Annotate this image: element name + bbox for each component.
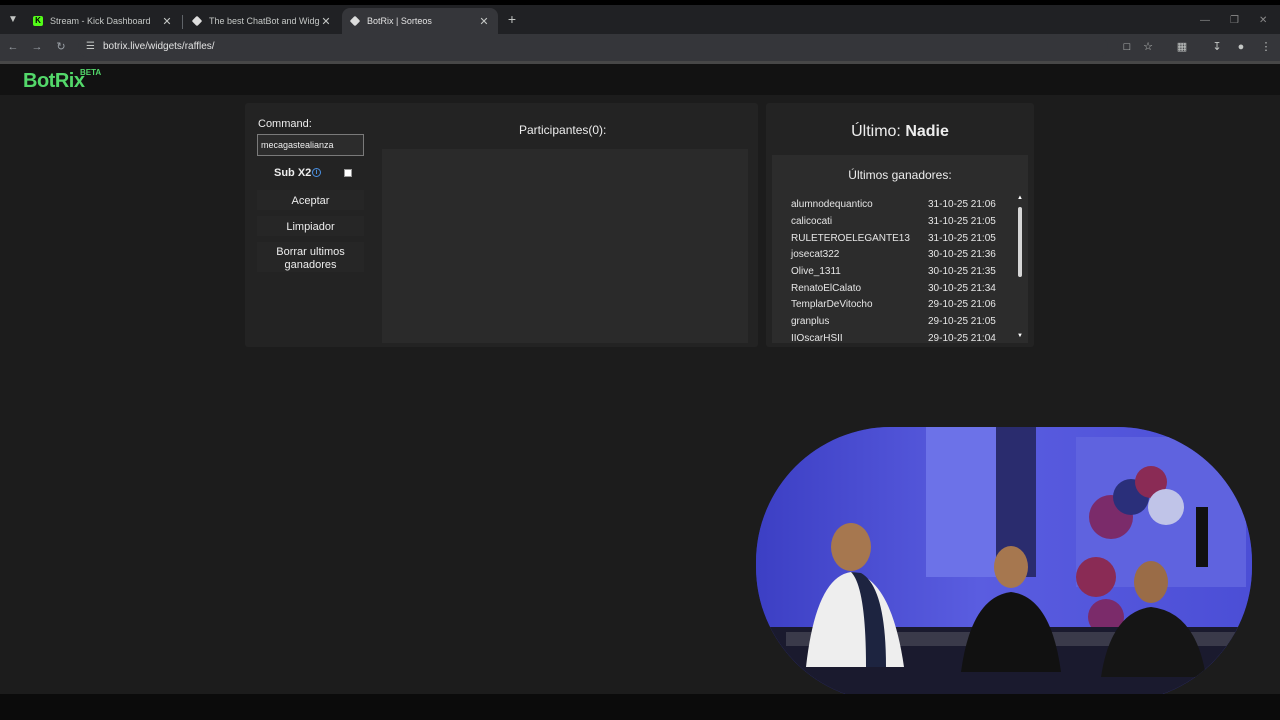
scroll-up-arrow-icon[interactable]: ▲	[1017, 195, 1023, 201]
extensions-icon[interactable]: ▦	[1175, 40, 1189, 54]
tab-kick-dashboard[interactable]: K Stream - Kick Dashboard ✕	[25, 8, 181, 34]
winner-name: RenatoElCalato	[791, 283, 862, 294]
bottom-bar	[0, 694, 1280, 720]
winner-name: Olive_1311	[791, 266, 841, 277]
participants-list	[382, 149, 748, 343]
winner-row: TemplarDeVitocho 29-10-25 21:06	[791, 299, 1011, 315]
winner-row: RULETEROELEGANTE13 31-10-25 21:05	[791, 233, 1011, 249]
tab-title: BotRix | Sorteos	[367, 16, 432, 26]
sub-x2-label: Sub X2	[274, 167, 312, 179]
tab-strip: ▼ K Stream - Kick Dashboard ✕ The best C…	[0, 5, 1280, 34]
translate-icon[interactable]: □	[1120, 40, 1134, 54]
winner-name: TemplarDeVitocho	[791, 299, 873, 310]
scroll-down-arrow-icon[interactable]: ▼	[1017, 333, 1023, 339]
winners-panel: Último: Nadie Últimos ganadores: alumnod…	[766, 103, 1034, 347]
back-icon[interactable]: ←	[6, 40, 20, 54]
restore-icon[interactable]: ❐	[1230, 15, 1239, 26]
url-text: botrix.live/widgets/raffles/	[103, 41, 215, 52]
tab-botrix-sorteos[interactable]: BotRix | Sorteos ✕	[342, 8, 498, 34]
forward-icon[interactable]: →	[30, 40, 44, 54]
winner-name: calicocati	[791, 216, 833, 227]
botrix-diamond-icon	[191, 15, 203, 27]
winner-name: josecat322	[791, 249, 840, 260]
tab-separator	[182, 15, 183, 29]
webcam-scene	[756, 427, 1252, 702]
winner-date: 31-10-25 21:06	[928, 199, 996, 210]
reload-icon[interactable]: ↻	[54, 40, 68, 54]
address-bar[interactable]: ☰ botrix.live/widgets/raffles/	[78, 36, 1108, 58]
close-icon[interactable]: ✕	[478, 15, 490, 28]
winner-row: josecat322 30-10-25 21:36	[791, 249, 1011, 265]
raffle-controls-panel: Command: Sub X2 i Aceptar Limpiador Borr…	[245, 103, 758, 347]
bookmark-star-icon[interactable]: ☆	[1141, 40, 1155, 54]
profile-avatar-icon[interactable]: ●	[1234, 40, 1248, 54]
info-icon[interactable]: i	[312, 168, 321, 177]
close-icon[interactable]: ✕	[161, 15, 173, 28]
recent-winners-title: Últimos ganadores:	[848, 168, 952, 182]
tab-botrix-chatbot[interactable]: The best ChatBot and Widgets ✕	[184, 8, 340, 34]
site-header: BotRix BETA	[0, 64, 1280, 95]
winner-date: 29-10-25 21:04	[928, 333, 996, 343]
winner-date: 29-10-25 21:06	[928, 299, 996, 310]
close-window-icon[interactable]: ✕	[1259, 15, 1267, 26]
winner-row: IIOscarHSII 29-10-25 21:04	[791, 333, 1011, 343]
command-input[interactable]	[257, 134, 364, 156]
browser-toolbar: ← → ↻ ☰ botrix.live/widgets/raffles/ □ ☆…	[0, 34, 1280, 61]
winner-name: IIOscarHSII	[791, 333, 843, 343]
winner-row: RenatoElCalato 30-10-25 21:34	[791, 283, 1011, 299]
winner-name: RULETEROELEGANTE13	[791, 233, 910, 244]
winner-row: calicocati 31-10-25 21:05	[791, 216, 1011, 232]
scroll-thumb[interactable]	[1018, 207, 1022, 277]
winner-date: 31-10-25 21:05	[928, 233, 996, 244]
webcam-overlay	[756, 427, 1252, 702]
kick-logo-icon: K	[33, 16, 43, 26]
winner-row: alumnodequantico 31-10-25 21:06	[791, 199, 1011, 215]
minimize-icon[interactable]: —	[1200, 15, 1210, 26]
winner-name: alumnodequantico	[791, 199, 873, 210]
new-tab-icon[interactable]: +	[505, 12, 519, 26]
botrix-logo[interactable]: BotRix	[23, 70, 85, 93]
sub-x2-checkbox[interactable]	[344, 169, 352, 177]
close-icon[interactable]: ✕	[320, 15, 332, 28]
last-winner-prefix: Último:	[851, 123, 901, 140]
winner-date: 31-10-25 21:05	[928, 216, 996, 227]
beta-badge: BETA	[80, 68, 102, 77]
site-info-icon[interactable]: ☰	[86, 41, 95, 52]
accept-button[interactable]: Aceptar	[257, 190, 364, 210]
tab-search-chevron-icon[interactable]: ▼	[5, 12, 21, 28]
winner-name: granplus	[791, 316, 830, 327]
recent-winners-list[interactable]: Últimos ganadores: alumnodequantico 31-1…	[772, 155, 1028, 343]
winner-date: 30-10-25 21:35	[928, 266, 996, 277]
last-winner-name: Nadie	[905, 123, 949, 140]
winner-row: granplus 29-10-25 21:05	[791, 316, 1011, 332]
winners-scrollbar[interactable]: ▲ ▼	[1016, 195, 1024, 343]
download-icon[interactable]: ↧	[1210, 40, 1224, 54]
botrix-diamond-icon	[349, 15, 361, 27]
tab-title: The best ChatBot and Widgets	[209, 16, 320, 26]
participants-title: Participantes(0):	[519, 123, 607, 137]
command-label: Command:	[258, 118, 312, 130]
tab-title: Stream - Kick Dashboard	[50, 16, 151, 26]
clear-button[interactable]: Limpiador	[257, 216, 364, 236]
winner-row: Olive_1311 30-10-25 21:35	[791, 266, 1011, 282]
winner-date: 29-10-25 21:05	[928, 316, 996, 327]
clear-winners-button[interactable]: Borrar ultimos ganadores	[257, 242, 364, 272]
menu-kebab-icon[interactable]: ⋮	[1259, 40, 1273, 54]
winner-date: 30-10-25 21:36	[928, 249, 996, 260]
winner-date: 30-10-25 21:34	[928, 283, 996, 294]
last-winner-heading: Último: Nadie	[766, 123, 1034, 141]
